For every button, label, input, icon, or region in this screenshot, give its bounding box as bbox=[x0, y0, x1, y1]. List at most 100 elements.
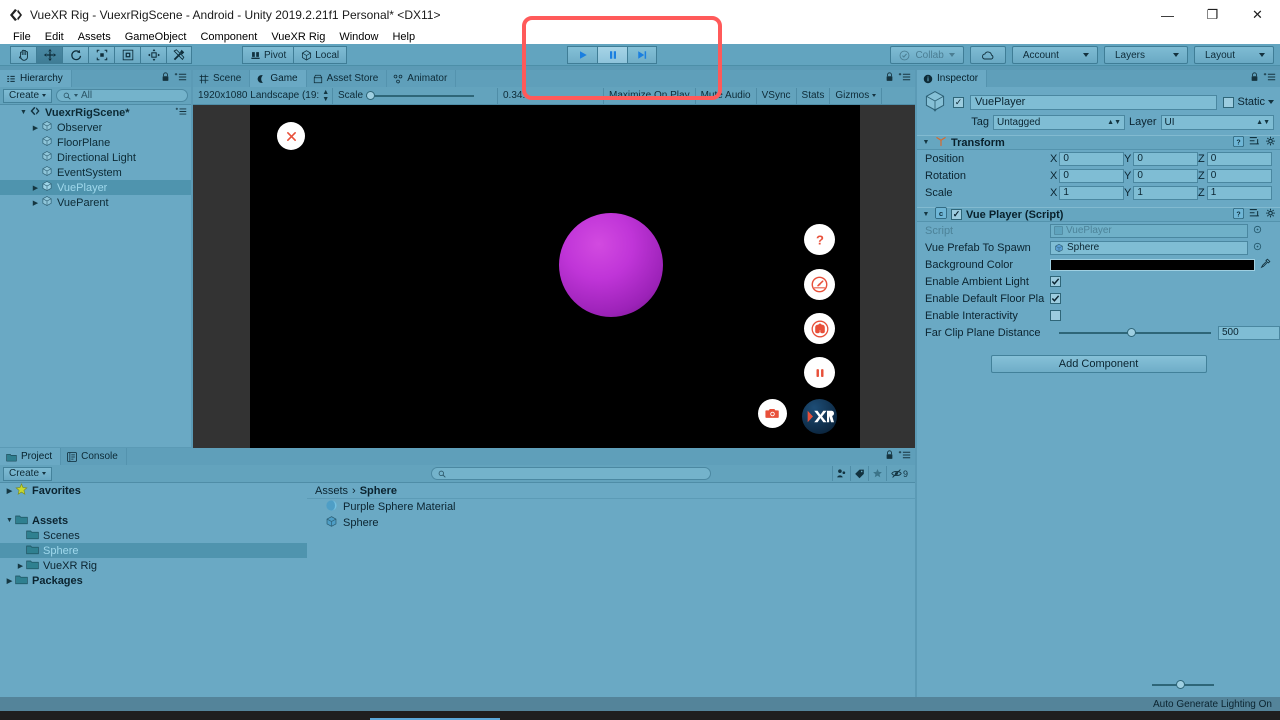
static-checkbox[interactable] bbox=[1223, 96, 1235, 108]
tab-project[interactable]: Project bbox=[0, 448, 62, 465]
tab-game[interactable]: Game bbox=[250, 70, 307, 87]
maximize-restore-button[interactable]: ❐ bbox=[1190, 0, 1235, 30]
object-picker-icon[interactable] bbox=[1253, 225, 1262, 237]
expand-triangle-icon[interactable]: ▶ bbox=[30, 199, 41, 207]
ambient-light-checkbox[interactable] bbox=[1050, 276, 1061, 287]
menu-component[interactable]: Component bbox=[193, 30, 264, 44]
collapse-triangle-icon[interactable]: ▼ bbox=[921, 139, 931, 146]
hierarchy-row-eventsystem[interactable]: EventSystem bbox=[0, 165, 191, 180]
default-floor-checkbox[interactable] bbox=[1050, 293, 1061, 304]
lock-icon[interactable] bbox=[885, 72, 894, 85]
project-row-sphere[interactable]: Sphere bbox=[0, 543, 307, 558]
project-row-favorites[interactable]: ▶ Favorites bbox=[0, 482, 307, 498]
breadcrumb-assets[interactable]: Assets bbox=[315, 485, 348, 497]
project-zoom-slider[interactable] bbox=[614, 678, 1220, 691]
close-button[interactable] bbox=[277, 122, 305, 150]
static-checkbox-group[interactable]: Static bbox=[1223, 96, 1274, 108]
panel-menu-icon[interactable] bbox=[898, 450, 911, 463]
scale-slider[interactable] bbox=[366, 90, 475, 100]
background-color-swatch[interactable] bbox=[1050, 258, 1255, 271]
tab-animator[interactable]: Animator bbox=[387, 70, 457, 87]
project-zoom-knob[interactable] bbox=[1176, 679, 1185, 689]
menu-file[interactable]: File bbox=[6, 30, 38, 44]
gear-icon[interactable] bbox=[1265, 136, 1276, 150]
lock-icon[interactable] bbox=[161, 72, 170, 85]
pause-button[interactable] bbox=[804, 357, 835, 388]
expand-triangle-icon[interactable]: ▶ bbox=[4, 577, 15, 585]
scale-z-input[interactable]: 1 bbox=[1206, 185, 1272, 200]
project-zoom-track[interactable] bbox=[1152, 679, 1214, 689]
add-component-button[interactable]: Add Component bbox=[990, 355, 1207, 373]
tab-hierarchy[interactable]: Hierarchy bbox=[0, 70, 72, 87]
hierarchy-row-scene[interactable]: ▼ VuexrRigScene* bbox=[0, 105, 191, 120]
scale-x-input[interactable]: 1 bbox=[1059, 185, 1124, 200]
gameobject-enabled-checkbox[interactable]: ✓ bbox=[953, 96, 964, 108]
custom-editor-tool-button[interactable] bbox=[166, 46, 192, 64]
scale-y-input[interactable]: 1 bbox=[1133, 185, 1198, 200]
menu-vuexr-rig[interactable]: VueXR Rig bbox=[264, 30, 332, 44]
local-global-toggle-button[interactable]: Local bbox=[293, 46, 348, 64]
far-clip-slider[interactable] bbox=[1059, 327, 1211, 337]
preset-icon[interactable] bbox=[1249, 136, 1260, 150]
hierarchy-row-observer[interactable]: ▶ Observer bbox=[0, 120, 191, 135]
tab-scene[interactable]: Scene bbox=[193, 70, 251, 87]
expand-triangle-icon[interactable]: ▶ bbox=[4, 487, 15, 495]
help-icon[interactable]: ? bbox=[1233, 135, 1244, 150]
collapse-triangle-icon[interactable]: ▼ bbox=[4, 517, 15, 524]
hierarchy-create-button[interactable]: Create bbox=[3, 88, 53, 103]
search-by-label-icon[interactable] bbox=[850, 466, 868, 481]
breadcrumb-sphere[interactable]: Sphere bbox=[360, 485, 397, 497]
minimize-button[interactable]: — bbox=[1145, 0, 1190, 30]
asset-row-material[interactable]: Purple Sphere Material bbox=[307, 499, 915, 515]
expand-triangle-icon[interactable]: ▶ bbox=[15, 562, 26, 570]
project-create-button[interactable]: Create bbox=[3, 466, 53, 481]
collab-button[interactable]: Collab bbox=[890, 46, 964, 64]
layers-button[interactable]: Layers bbox=[1103, 46, 1188, 64]
tab-asset-store[interactable]: Asset Store bbox=[306, 70, 388, 87]
project-row-assets[interactable]: ▼ Assets bbox=[0, 513, 307, 528]
help-button[interactable]: ? bbox=[804, 224, 835, 255]
expand-triangle-icon[interactable]: ▶ bbox=[30, 124, 41, 132]
scene-menu-icon[interactable] bbox=[175, 107, 187, 119]
menu-window[interactable]: Window bbox=[332, 30, 385, 44]
lock-icon[interactable] bbox=[885, 450, 894, 463]
rotation-y-input[interactable]: 0 bbox=[1133, 168, 1198, 183]
far-clip-input[interactable]: 500 bbox=[1218, 325, 1280, 340]
tab-console[interactable]: Console bbox=[61, 448, 127, 465]
gameview-aspect-dropdown[interactable]: 1920x1080 Landscape (19: ▲ ▼ bbox=[193, 87, 333, 104]
menu-gameobject[interactable]: GameObject bbox=[118, 30, 194, 44]
step-button[interactable] bbox=[627, 46, 657, 64]
hierarchy-row-vueparent[interactable]: ▶ VueParent bbox=[0, 195, 191, 210]
hidden-packages-toggle[interactable]: 9 bbox=[886, 466, 912, 481]
collapse-triangle-icon[interactable]: ▼ bbox=[921, 211, 931, 218]
vr-mode-button[interactable] bbox=[804, 313, 835, 344]
cloud-services-button[interactable] bbox=[969, 46, 1006, 64]
hierarchy-search-input[interactable]: All bbox=[56, 89, 188, 102]
gear-icon[interactable] bbox=[1265, 208, 1276, 222]
favorites-star-icon[interactable] bbox=[868, 466, 886, 481]
chevron-down-icon[interactable] bbox=[1268, 100, 1274, 104]
project-search-input[interactable] bbox=[431, 467, 711, 480]
asset-row-sphere[interactable]: Sphere bbox=[307, 515, 915, 531]
pivot-toggle-button[interactable]: Pivot bbox=[242, 46, 294, 64]
menu-help[interactable]: Help bbox=[385, 30, 422, 44]
rotation-z-input[interactable]: 0 bbox=[1206, 168, 1272, 183]
search-by-type-icon[interactable] bbox=[832, 466, 850, 481]
xr-logo-button[interactable] bbox=[802, 399, 837, 434]
tab-inspector[interactable]: Inspector bbox=[917, 70, 988, 87]
lock-icon[interactable] bbox=[1250, 72, 1259, 85]
project-row-packages[interactable]: ▶ Packages bbox=[0, 573, 307, 588]
combined-transform-tool-button[interactable] bbox=[140, 46, 166, 64]
camera-button[interactable] bbox=[758, 399, 787, 428]
interactivity-checkbox[interactable] bbox=[1050, 310, 1061, 321]
tag-dropdown[interactable]: Untagged ▲▼ bbox=[993, 114, 1125, 130]
expand-triangle-icon[interactable]: ▶ bbox=[30, 184, 41, 192]
panel-menu-icon[interactable] bbox=[898, 72, 911, 85]
move-tool-button[interactable] bbox=[36, 46, 62, 64]
pause-button[interactable] bbox=[597, 46, 627, 64]
collapse-triangle-icon[interactable]: ▼ bbox=[18, 109, 29, 116]
menu-assets[interactable]: Assets bbox=[71, 30, 118, 44]
position-z-input[interactable]: 0 bbox=[1206, 151, 1272, 166]
help-icon[interactable]: ? bbox=[1233, 207, 1244, 222]
position-y-input[interactable]: 0 bbox=[1133, 151, 1198, 166]
